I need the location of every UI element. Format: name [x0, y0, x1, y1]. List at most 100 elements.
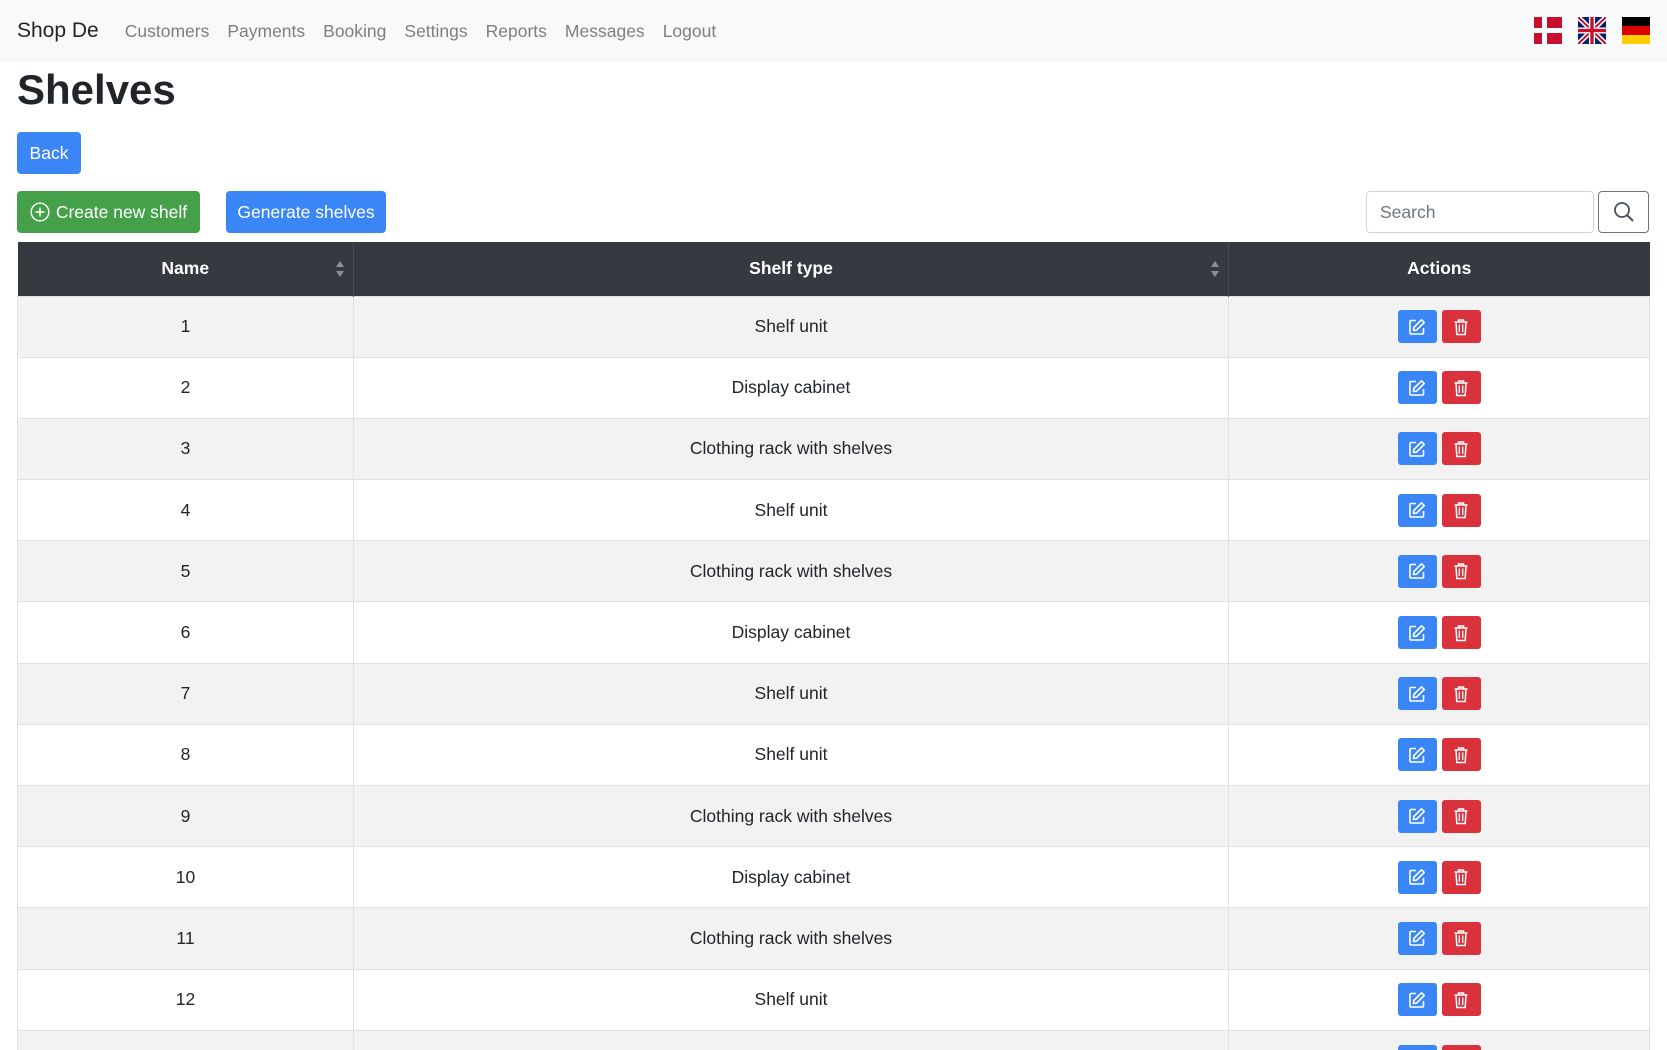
nav-link-booking[interactable]: Booking — [323, 21, 386, 42]
edit-icon — [1409, 563, 1425, 580]
edit-button[interactable] — [1397, 371, 1437, 405]
row-actions — [1229, 983, 1649, 1017]
search-icon — [1613, 202, 1634, 222]
shelf-type-cell: Display cabinet — [353, 356, 1229, 419]
delete-button[interactable] — [1441, 1044, 1481, 1050]
german-flag-icon[interactable] — [1622, 17, 1650, 44]
nav-link-logout[interactable]: Logout — [663, 21, 717, 42]
edit-icon — [1409, 502, 1425, 518]
create-new-shelf-button[interactable]: Create new shelf — [17, 191, 200, 233]
row-actions — [1229, 860, 1649, 894]
shelf-name-cell: 11 — [17, 907, 354, 970]
edit-button[interactable] — [1397, 799, 1437, 833]
delete-button[interactable] — [1441, 493, 1481, 527]
edit-button[interactable] — [1397, 616, 1437, 650]
uk-flag-icon[interactable] — [1578, 17, 1606, 44]
plus-circle-icon — [30, 202, 50, 222]
table-body: 1 Shelf unit 2 Display cabinet 3 Clothin… — [17, 295, 1650, 1050]
edit-button[interactable] — [1397, 860, 1437, 894]
delete-button[interactable] — [1441, 921, 1481, 955]
nav-link-reports[interactable]: Reports — [486, 21, 547, 42]
delete-button[interactable] — [1441, 310, 1481, 344]
actions-cell — [1228, 356, 1650, 419]
trash-icon — [1454, 441, 1468, 458]
table-row — [17, 1029, 1650, 1050]
edit-icon — [1409, 991, 1425, 1008]
shelf-type-cell: Clothing rack with shelves — [353, 417, 1229, 480]
actions-cell — [1228, 907, 1650, 970]
trash-icon — [1454, 930, 1468, 947]
edit-button[interactable] — [1397, 677, 1437, 711]
edit-icon — [1409, 869, 1425, 886]
table-row: 11 Clothing rack with shelves — [17, 907, 1650, 970]
danish-flag-icon[interactable] — [1534, 17, 1562, 44]
edit-icon — [1409, 440, 1425, 457]
shelf-name-cell: 6 — [17, 601, 354, 664]
delete-button[interactable] — [1441, 616, 1481, 650]
trash-icon — [1454, 747, 1468, 764]
table-row: 8 Shelf unit — [17, 723, 1650, 786]
trash-icon — [1454, 563, 1468, 580]
language-switcher — [1534, 17, 1650, 44]
shelf-type-cell — [353, 1029, 1229, 1050]
delete-button[interactable] — [1441, 860, 1481, 894]
edit-button[interactable] — [1397, 983, 1437, 1017]
shelf-name-cell: 9 — [17, 784, 354, 847]
trash-icon — [1454, 318, 1468, 335]
table-row: 1 Shelf unit — [17, 295, 1650, 358]
column-header-actions-label: Actions — [1407, 258, 1472, 279]
actions-cell — [1228, 968, 1650, 1031]
actions-cell — [1228, 417, 1650, 480]
column-header-name[interactable]: Name — [17, 242, 354, 296]
shelf-type-cell: Display cabinet — [353, 601, 1229, 664]
trash-icon — [1454, 502, 1468, 519]
trash-icon — [1454, 808, 1468, 825]
search-input[interactable] — [1366, 191, 1594, 233]
edit-button[interactable] — [1397, 738, 1437, 772]
edit-icon — [1409, 685, 1425, 702]
actions-cell — [1228, 540, 1650, 602]
delete-button[interactable] — [1441, 983, 1481, 1017]
delete-button[interactable] — [1441, 432, 1481, 466]
shelf-type-cell: Clothing rack with shelves — [353, 784, 1229, 847]
delete-button[interactable] — [1441, 554, 1481, 588]
search-button[interactable] — [1598, 191, 1649, 233]
create-new-shelf-label: Create new shelf — [55, 201, 188, 222]
row-actions — [1229, 799, 1649, 833]
back-button[interactable]: Back — [17, 132, 81, 174]
delete-button[interactable] — [1441, 738, 1481, 772]
delete-button[interactable] — [1441, 371, 1481, 405]
row-actions — [1229, 677, 1649, 711]
nav-link-payments[interactable]: Payments — [227, 21, 305, 42]
edit-icon — [1409, 930, 1425, 947]
delete-button[interactable] — [1441, 799, 1481, 833]
table-row: 4 Shelf unit — [17, 479, 1650, 541]
table-row: 6 Display cabinet — [17, 601, 1650, 664]
brand-link[interactable]: Shop De — [17, 19, 99, 43]
edit-button[interactable] — [1397, 432, 1437, 466]
table-row: 9 Clothing rack with shelves — [17, 784, 1650, 847]
table-row: 12 Shelf unit — [17, 968, 1650, 1031]
generate-shelves-button[interactable]: Generate shelves — [226, 191, 386, 233]
shelf-name-cell: 10 — [17, 846, 354, 908]
nav-link-customers[interactable]: Customers — [125, 21, 210, 42]
delete-button[interactable] — [1441, 677, 1481, 711]
shelf-name-cell: 2 — [17, 356, 354, 419]
edit-button[interactable] — [1397, 310, 1437, 344]
sort-icon — [336, 261, 344, 277]
nav-link-settings[interactable]: Settings — [404, 21, 467, 42]
shelf-name-cell: 5 — [17, 540, 354, 602]
edit-button[interactable] — [1397, 1044, 1437, 1050]
trash-icon — [1454, 685, 1468, 702]
edit-button[interactable] — [1397, 921, 1437, 955]
nav-link-messages[interactable]: Messages — [565, 21, 645, 42]
actions-cell — [1228, 662, 1650, 725]
top-navbar: Shop De Customers Payments Booking Setti… — [0, 0, 1667, 62]
edit-button[interactable] — [1397, 554, 1437, 588]
column-header-shelf-type[interactable]: Shelf type — [353, 242, 1229, 296]
shelf-type-cell: Clothing rack with shelves — [353, 907, 1229, 970]
column-header-name-label: Name — [161, 258, 210, 279]
edit-button[interactable] — [1397, 493, 1437, 527]
actions-cell — [1228, 601, 1650, 664]
table-row: 7 Shelf unit — [17, 662, 1650, 725]
